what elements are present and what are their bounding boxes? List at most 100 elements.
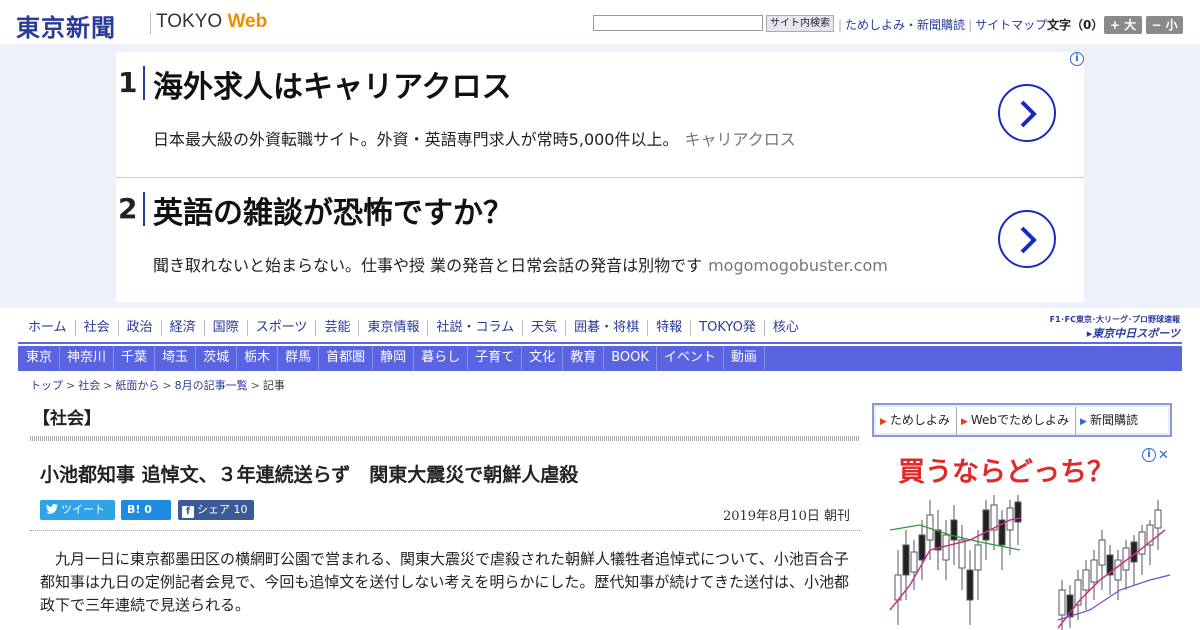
ad-number: 2: [118, 192, 138, 225]
twitter-icon: [46, 504, 58, 514]
tweet-label: ツイート: [61, 503, 105, 516]
nav-item-tokuho[interactable]: 特報: [648, 320, 692, 336]
nav2-item[interactable]: 東京: [18, 346, 61, 371]
triangle-right-icon: ▶: [880, 417, 887, 427]
triangle-right-icon: ▶: [960, 417, 968, 427]
chunichi-sports-link[interactable]: F1･FC東京･大リーグ･プロ野球速報 ▸東京中日スポーツ: [1025, 314, 1180, 341]
subscribe-links: ▶ ためしよみ ▶ Webでためしよみ ▶ 新聞購読: [876, 407, 1168, 435]
nav-item-tokyo-info[interactable]: 東京情報: [359, 320, 429, 336]
ad-title[interactable]: 海外求人はキャリアクロス: [153, 62, 512, 106]
close-icon[interactable]: ✕: [1158, 448, 1169, 463]
nav-item-sports[interactable]: スポーツ: [248, 320, 317, 336]
ad-desc-text: 日本最大級の外資転職サイト。外資・英語専門求人が常時5,000件以上。: [153, 130, 679, 149]
nav-divider: [18, 342, 1182, 344]
section-divider: [30, 436, 860, 441]
breadcrumb: トップ > 社会 > 紙面から >8月の記事一覧 > 記事: [30, 379, 285, 392]
nav-item-editorial[interactable]: 社説・コラム: [428, 320, 524, 336]
tweet-button[interactable]: ツイート: [40, 500, 115, 520]
header-links: | ためしよみ・新聞購読 | サイトマップ |: [838, 18, 1055, 32]
site-header: 東京新聞 TOKYO Web サイト内検索 | ためしよみ・新聞購読 | サイトマップ…: [0, 0, 1200, 48]
nav-item-politics[interactable]: 政治: [119, 320, 162, 336]
nav2-item[interactable]: イベント: [657, 346, 724, 371]
nav2-item[interactable]: 首都圏: [319, 346, 374, 371]
nav2-item[interactable]: 暮らし: [414, 346, 469, 371]
nav-item-home[interactable]: ホーム: [18, 320, 76, 336]
ad-info-icon[interactable]: i: [1142, 448, 1156, 462]
ad-number: 1: [118, 66, 138, 99]
nav2-item[interactable]: 動画: [724, 346, 765, 371]
breadcrumb-society[interactable]: 社会: [78, 379, 100, 392]
breadcrumb-current: 記事: [262, 379, 285, 392]
search-input[interactable]: [593, 15, 763, 31]
nav-item-society[interactable]: 社会: [76, 320, 119, 336]
sitemap-link[interactable]: サイトマップ: [975, 18, 1047, 32]
nav2-item[interactable]: 群馬: [278, 346, 320, 371]
breadcrumb-august-list[interactable]: 8月の記事一覧: [175, 379, 248, 392]
nav2-item[interactable]: 埼玉: [155, 346, 197, 371]
article-divider: [30, 530, 860, 531]
nav-item-go-shogi[interactable]: 囲碁・将棋: [566, 320, 649, 336]
ad-source: mogomogobuster.com: [708, 256, 888, 275]
nav2-item[interactable]: 神奈川: [60, 346, 115, 371]
ad-divider: [143, 66, 145, 100]
chunichi-tagline: F1･FC東京･大リーグ･プロ野球速報: [1049, 315, 1180, 324]
sidebar-ad[interactable]: 買うならどっち？ i ✕: [880, 446, 1172, 630]
logo-en-prefix: TOKYO: [156, 11, 228, 32]
site-search-button[interactable]: サイト内検索: [766, 15, 834, 32]
nav-item-economy[interactable]: 経済: [162, 320, 205, 336]
nav2-item[interactable]: BOOK: [604, 346, 657, 371]
triangle-right-icon: ▶: [1080, 417, 1087, 427]
web-trial-link[interactable]: ▶ Webでためしよみ: [957, 407, 1077, 435]
logo-divider: [150, 12, 151, 34]
ad-box: 1 海外求人はキャリアクロス 日本最大級の外資転職サイト。外資・英語専門求人が常…: [116, 52, 1084, 302]
ad-description: 日本最大級の外資転職サイト。外資・英語専門求人が常時5,000件以上。 キャリアク…: [153, 126, 796, 150]
ad-divider: [143, 192, 145, 226]
article-body: 九月一日に東京都墨田区の横網町公園で営まれる、関東大震災で虐殺された朝鮮人犠牲者…: [40, 550, 849, 614]
sidebar-ad-title: 買うならどっち？: [898, 457, 1114, 488]
candlestick-chart-image: [889, 495, 1171, 630]
article-headline: 小池都知事 追悼文、３年連続送らず 関東大震災で朝鮮人虐殺: [40, 464, 579, 486]
hatena-bookmark-button[interactable]: B! 0: [121, 500, 171, 520]
chevron-right-icon[interactable]: [998, 84, 1056, 142]
ad-source: キャリアクロス: [684, 130, 796, 149]
nav-item-kakushin[interactable]: 核心: [765, 320, 807, 336]
nav2-item[interactable]: 茨城: [196, 346, 238, 371]
ad-item[interactable]: 1 海外求人はキャリアクロス 日本最大級の外資転職サイト。外資・英語専門求人が常…: [116, 52, 1084, 176]
tokyo-web-logo[interactable]: TOKYO Web: [156, 11, 267, 33]
nav2-item[interactable]: 千葉: [114, 346, 156, 371]
ad-info-icon[interactable]: i: [1070, 52, 1084, 66]
nav2-item[interactable]: 静岡: [373, 346, 415, 371]
facebook-share-button[interactable]: f シェア 10: [178, 500, 254, 520]
trial-link[interactable]: ▶ ためしよみ: [876, 407, 957, 435]
nav2-item[interactable]: 子育て: [468, 346, 523, 371]
facebook-share-label: シェア 10: [197, 503, 248, 516]
ad-banner-area: 1 海外求人はキャリアクロス 日本最大級の外資転職サイト。外資・英語専門求人が常…: [0, 44, 1200, 308]
regional-nav: 東京 神奈川 千葉 埼玉 茨城 栃木 群馬 首都圏 静岡 暮らし 子育て 文化 教育 BOOK イベント 動画: [18, 346, 1182, 371]
nav2-item[interactable]: 栃木: [237, 346, 279, 371]
breadcrumb-print[interactable]: 紙面から: [115, 379, 159, 392]
article-date: 2019年8月10日 朝刊: [722, 509, 850, 524]
nav2-item[interactable]: 教育: [563, 346, 605, 371]
ad-desc-text: 聞き取れないと始まらない。仕事や授 業の発音と日常会話の発音は別物です: [153, 256, 703, 275]
font-size-label: 文字（0）: [1047, 18, 1104, 32]
subscribe-link-label: 新聞購読: [1089, 413, 1138, 427]
ad-title[interactable]: 英語の雑談が恐怖ですか？: [153, 188, 513, 232]
font-size-increase-button[interactable]: + 大: [1104, 16, 1142, 34]
breadcrumb-top[interactable]: トップ: [30, 379, 63, 392]
ad-item[interactable]: 2 英語の雑談が恐怖ですか？ 聞き取れないと始まらない。仕事や授 業の発音と日常…: [116, 177, 1084, 301]
font-size-decrease-button[interactable]: − 小: [1146, 16, 1183, 34]
section-heading: 【社会】: [33, 409, 101, 429]
trial-subscribe-link[interactable]: ためしよみ・新聞購読: [845, 18, 965, 32]
category-nav: ホーム 社会 政治 経済 国際 スポーツ 芸能 東京情報 社説・コラム 天気 囲碁・将棋 特報 TOKY…: [18, 320, 1018, 342]
nav-item-weather[interactable]: 天気: [523, 320, 567, 336]
facebook-icon: f: [182, 506, 194, 518]
chevron-right-icon[interactable]: [998, 210, 1056, 268]
web-trial-link-label: Webでためしよみ: [970, 413, 1070, 427]
nav-item-tokyo-hatsu[interactable]: TOKYO発: [691, 320, 765, 336]
nav-item-entertainment[interactable]: 芸能: [316, 320, 360, 336]
chunichi-logo: ▸東京中日スポーツ: [1086, 327, 1180, 340]
nav-item-international[interactable]: 国際: [205, 320, 248, 336]
subscribe-link[interactable]: ▶ 新聞購読: [1076, 407, 1144, 435]
nav2-item[interactable]: 文化: [522, 346, 564, 371]
tokyo-shimbun-logo[interactable]: 東京新聞: [16, 8, 116, 43]
